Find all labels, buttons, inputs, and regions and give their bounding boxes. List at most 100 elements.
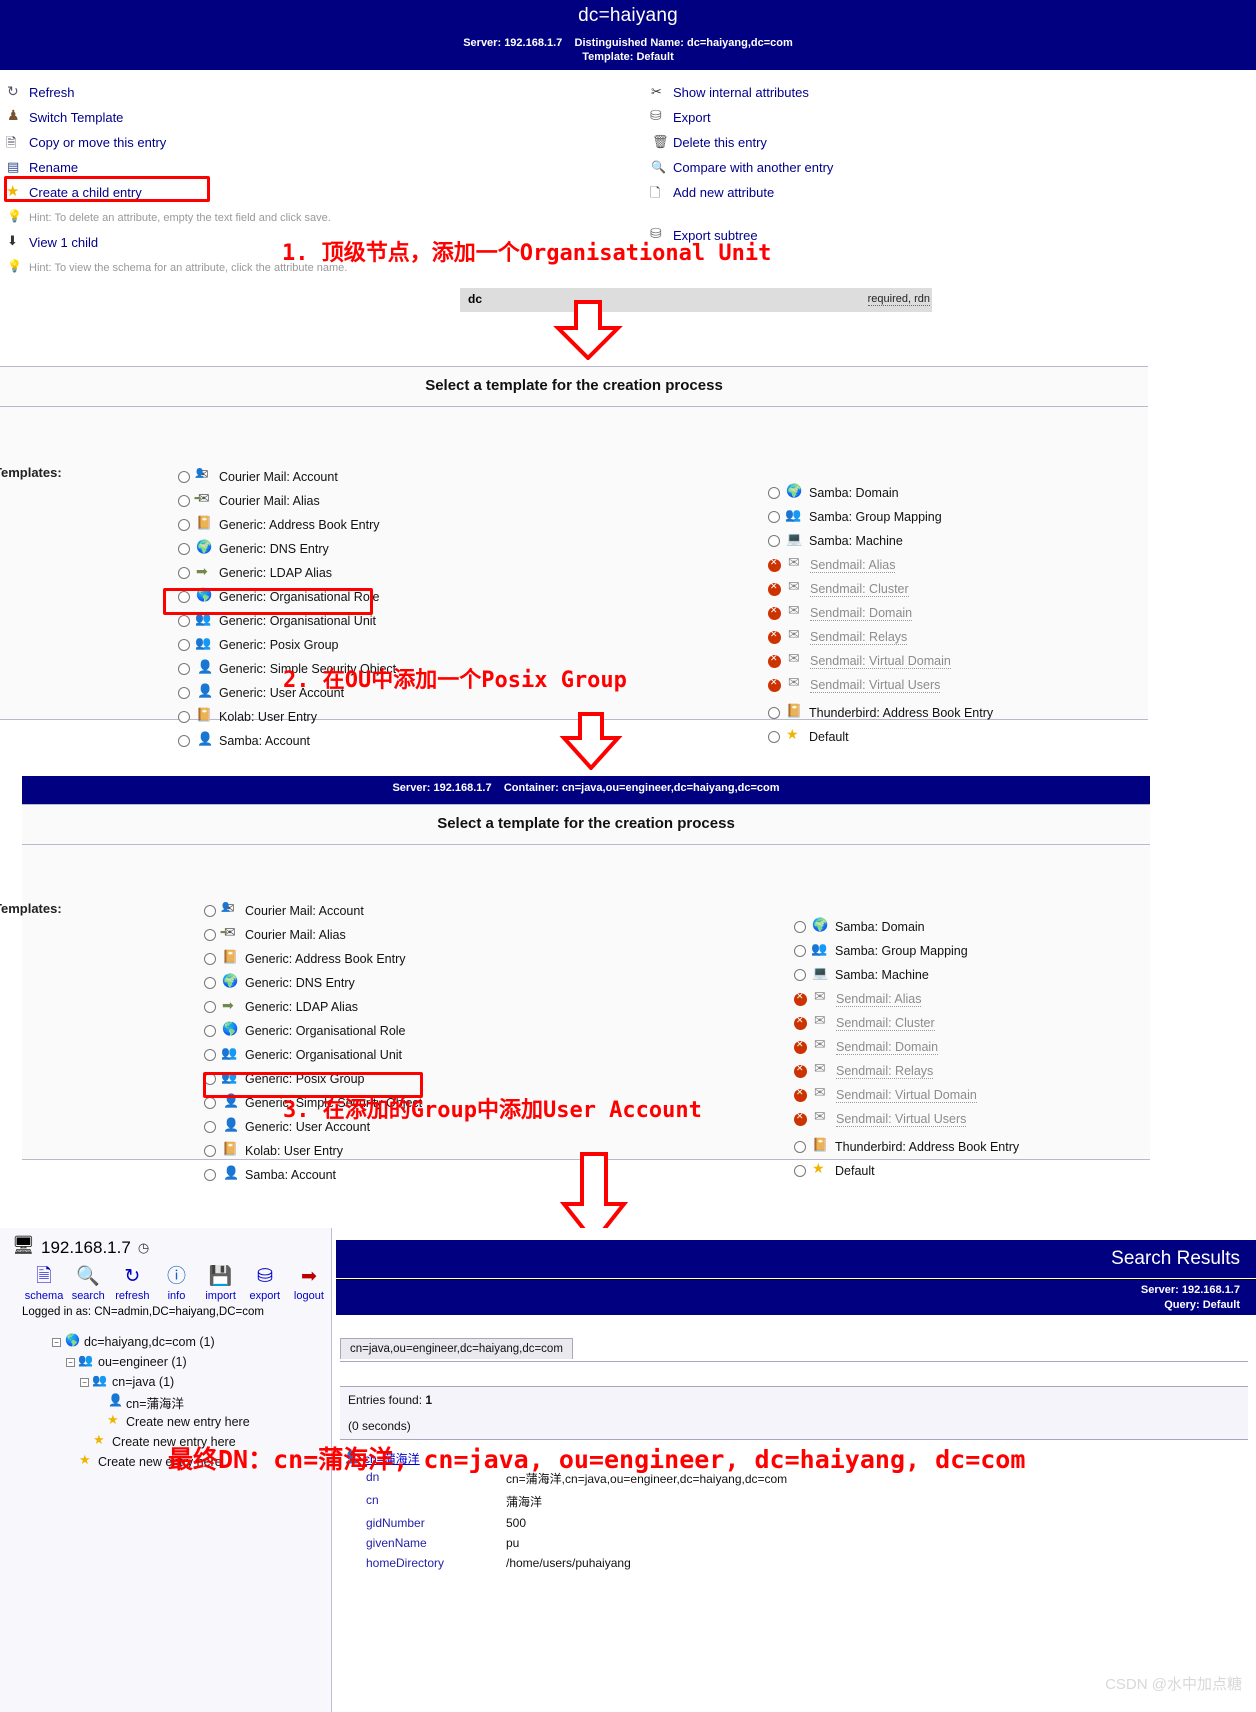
- tree-node-create-entry-level2[interactable]: Create new entry here: [52, 1432, 331, 1452]
- template-option-samba-machine[interactable]: Samba: Machine: [794, 963, 1019, 987]
- radio-button[interactable]: [178, 663, 190, 675]
- toolbar-logout[interactable]: ➡ logout: [287, 1264, 331, 1302]
- collapse-toggle[interactable]: −: [66, 1357, 75, 1367]
- template-option-default[interactable]: Default: [768, 725, 993, 749]
- action-delete-entry[interactable]: Delete this entry: [650, 130, 1210, 155]
- template-option-samba-account[interactable]: Samba: Account: [178, 729, 396, 753]
- template-option-address-book-entry[interactable]: Generic: Address Book Entry: [178, 513, 396, 537]
- radio-button[interactable]: [204, 1097, 216, 1109]
- radio-button[interactable]: [204, 977, 216, 989]
- radio-button[interactable]: [204, 929, 216, 941]
- radio-button[interactable]: [204, 1121, 216, 1133]
- template-option-thunderbird-address-book[interactable]: Thunderbird: Address Book Entry: [768, 701, 993, 725]
- radio-button[interactable]: [178, 615, 190, 627]
- radio-button[interactable]: [178, 591, 190, 603]
- tree-node-user[interactable]: cn=蒲海洋: [52, 1392, 331, 1412]
- toolbar-search[interactable]: 🔍 search: [66, 1264, 110, 1302]
- radio-button[interactable]: [794, 921, 806, 933]
- tree-node-root[interactable]: − dc=haiyang,dc=com (1): [52, 1332, 331, 1352]
- template-option-organisational-role[interactable]: Generic: Organisational Role: [204, 1019, 422, 1043]
- radio-button[interactable]: [204, 1025, 216, 1037]
- template-option-simple-security-object[interactable]: Generic: Simple Security Object: [178, 657, 396, 681]
- action-view-children[interactable]: View 1 child: [6, 230, 606, 255]
- template-option-organisational-role[interactable]: Generic: Organisational Role: [178, 585, 396, 609]
- radio-button[interactable]: [178, 735, 190, 747]
- radio-button[interactable]: [794, 1141, 806, 1153]
- tree-node-create-entry-level3[interactable]: Create new entry here: [52, 1412, 331, 1432]
- template-option-ldap-alias[interactable]: Generic: LDAP Alias: [178, 561, 396, 585]
- radio-button[interactable]: [178, 471, 190, 483]
- radio-button[interactable]: [768, 487, 780, 499]
- template-option-posix-group[interactable]: Generic: Posix Group: [204, 1067, 422, 1091]
- template-option-organisational-unit[interactable]: Generic: Organisational Unit: [178, 609, 396, 633]
- collapse-toggle[interactable]: −: [80, 1377, 89, 1387]
- radio-button[interactable]: [204, 1001, 216, 1013]
- radio-button[interactable]: [768, 731, 780, 743]
- radio-button[interactable]: [178, 711, 190, 723]
- template-option-dns-entry[interactable]: Generic: DNS Entry: [204, 971, 422, 995]
- radio-button[interactable]: [178, 687, 190, 699]
- template-option-samba-group-mapping[interactable]: Samba: Group Mapping: [794, 939, 1019, 963]
- toolbar-info[interactable]: ⓘ info: [154, 1264, 198, 1302]
- tree-node-cn-java[interactable]: − cn=java (1): [52, 1372, 331, 1392]
- action-switch-template[interactable]: Switch Template: [6, 105, 606, 130]
- radio-button[interactable]: [178, 495, 190, 507]
- template-option-posix-group[interactable]: Generic: Posix Group: [178, 633, 396, 657]
- tree-node-ou-engineer[interactable]: − ou=engineer (1): [52, 1352, 331, 1372]
- template-option-courier-mail-account[interactable]: Courier Mail: Account: [204, 899, 422, 923]
- action-create-child-entry[interactable]: Create a child entry: [6, 180, 606, 205]
- template-option-kolab-user-entry[interactable]: Kolab: User Entry: [204, 1139, 422, 1163]
- template-option-samba-domain[interactable]: Samba: Domain: [794, 915, 1019, 939]
- template-option-organisational-unit[interactable]: Generic: Organisational Unit: [204, 1043, 422, 1067]
- base-dn-tab[interactable]: cn=java,ou=engineer,dc=haiyang,dc=com: [340, 1338, 573, 1359]
- radio-button[interactable]: [204, 953, 216, 965]
- action-show-internal-attributes[interactable]: Show internal attributes: [650, 80, 1210, 105]
- radio-button[interactable]: [204, 1169, 216, 1181]
- template-option-kolab-user-entry[interactable]: Kolab: User Entry: [178, 705, 396, 729]
- template-option-default[interactable]: Default: [794, 1159, 1019, 1183]
- radio-button[interactable]: [204, 1145, 216, 1157]
- result-entry-title[interactable]: cn=蒲海洋: [340, 1450, 1248, 1467]
- action-rename[interactable]: Rename: [6, 155, 606, 180]
- radio-button[interactable]: [178, 543, 190, 555]
- template-option-user-account[interactable]: Generic: User Account: [204, 1115, 422, 1139]
- radio-button[interactable]: [204, 905, 216, 917]
- toolbar-import[interactable]: 💾 import: [199, 1264, 243, 1302]
- radio-button[interactable]: [204, 1073, 216, 1085]
- template-option-samba-group-mapping[interactable]: Samba: Group Mapping: [768, 505, 993, 529]
- template-option-samba-account[interactable]: Samba: Account: [204, 1163, 422, 1187]
- template-option-thunderbird-address-book[interactable]: Thunderbird: Address Book Entry: [794, 1135, 1019, 1159]
- template-option-samba-machine[interactable]: Samba: Machine: [768, 529, 993, 553]
- template-option-courier-mail-alias[interactable]: Courier Mail: Alias: [178, 489, 396, 513]
- action-refresh[interactable]: Refresh: [6, 80, 606, 105]
- radio-button[interactable]: [794, 969, 806, 981]
- template-option-dns-entry[interactable]: Generic: DNS Entry: [178, 537, 396, 561]
- radio-button[interactable]: [768, 707, 780, 719]
- template-option-label: Generic: Organisational Role: [219, 590, 380, 604]
- action-export[interactable]: Export: [650, 105, 1210, 130]
- template-option-courier-mail-alias[interactable]: Courier Mail: Alias: [204, 923, 422, 947]
- radio-button[interactable]: [768, 511, 780, 523]
- template-option-courier-mail-account[interactable]: Courier Mail: Account: [178, 465, 396, 489]
- radio-button[interactable]: [204, 1049, 216, 1061]
- toolbar-export[interactable]: ⛁ export: [243, 1264, 287, 1302]
- template-option-address-book-entry[interactable]: Generic: Address Book Entry: [204, 947, 422, 971]
- action-copy-move[interactable]: Copy or move this entry: [6, 130, 606, 156]
- collapse-toggle[interactable]: −: [52, 1337, 61, 1347]
- template-option-ldap-alias[interactable]: Generic: LDAP Alias: [204, 995, 422, 1019]
- template-option-user-account[interactable]: Generic: User Account: [178, 681, 396, 705]
- action-add-new-attribute[interactable]: Add new attribute: [650, 180, 1210, 206]
- action-export-subtree[interactable]: Export subtree: [650, 223, 1210, 248]
- toolbar-refresh[interactable]: ↻ refresh: [110, 1264, 154, 1302]
- radio-button[interactable]: [178, 519, 190, 531]
- toolbar-schema[interactable]: 🗎 schema: [22, 1264, 66, 1302]
- radio-button[interactable]: [178, 567, 190, 579]
- radio-button[interactable]: [178, 639, 190, 651]
- radio-button[interactable]: [794, 945, 806, 957]
- template-option-samba-domain[interactable]: Samba: Domain: [768, 481, 993, 505]
- radio-button[interactable]: [794, 1165, 806, 1177]
- action-compare-entry[interactable]: Compare with another entry: [650, 155, 1210, 180]
- tree-node-create-entry-level1[interactable]: Create new entry here: [52, 1452, 331, 1472]
- template-option-simple-security-object[interactable]: Generic: Simple Security Object: [204, 1091, 422, 1115]
- radio-button[interactable]: [768, 535, 780, 547]
